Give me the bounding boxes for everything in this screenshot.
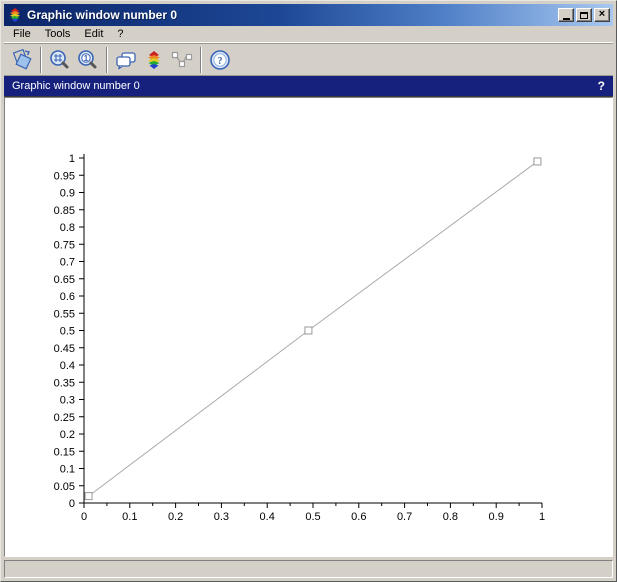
close-icon: × <box>599 9 605 20</box>
menu-edit[interactable]: Edit <box>77 26 110 42</box>
titlebar[interactable]: Graphic window number 0 × <box>4 4 613 26</box>
svg-text:0.25: 0.25 <box>54 412 75 424</box>
scilab-app-icon <box>7 7 23 23</box>
figure-editor-button[interactable] <box>140 46 168 74</box>
svg-text:?: ? <box>218 56 223 67</box>
toolbar: 1 <box>4 43 613 76</box>
svg-text:1: 1 <box>539 511 545 523</box>
figure-header: Graphic window number 0 ? <box>4 76 613 97</box>
toolbar-separator <box>106 47 108 73</box>
chart-svg: 0 0.05 0.1 0.15 0.2 0.25 0.3 0.35 0.4 0.45 0.5 0.55… <box>5 98 612 557</box>
svg-text:0.75: 0.75 <box>54 239 75 251</box>
rotate-icon <box>10 48 34 72</box>
svg-text:0.9: 0.9 <box>60 188 75 200</box>
zoom-original-button[interactable]: 1 <box>74 46 102 74</box>
svg-text:0.95: 0.95 <box>54 170 75 182</box>
svg-text:0.45: 0.45 <box>54 343 75 355</box>
minimize-button[interactable] <box>558 8 574 22</box>
menu-help[interactable]: ? <box>110 26 130 42</box>
figure-header-title: Graphic window number 0 <box>12 80 598 92</box>
toolbar-separator <box>40 47 42 73</box>
help-button[interactable]: ? <box>206 46 234 74</box>
graphic-window: Graphic window number 0 × File Tools Edi… <box>0 0 617 582</box>
datatips-icon <box>170 48 194 72</box>
window-title: Graphic window number 0 <box>27 8 554 22</box>
svg-text:0.7: 0.7 <box>397 511 412 523</box>
svg-text:0.35: 0.35 <box>54 377 75 389</box>
svg-text:0.85: 0.85 <box>54 205 75 217</box>
zoom-area-button[interactable] <box>46 46 74 74</box>
svg-text:0.15: 0.15 <box>54 446 75 458</box>
svg-text:0.1: 0.1 <box>122 511 137 523</box>
menu-tools[interactable]: Tools <box>38 26 78 42</box>
svg-text:1: 1 <box>84 54 89 63</box>
minimize-icon <box>563 18 570 20</box>
svg-text:0.65: 0.65 <box>54 274 75 286</box>
svg-text:0: 0 <box>69 498 75 510</box>
annotations-icon <box>114 48 138 72</box>
svg-text:0.4: 0.4 <box>260 511 275 523</box>
annotations-button[interactable] <box>112 46 140 74</box>
rotate-button[interactable] <box>8 46 36 74</box>
svg-text:0.2: 0.2 <box>60 429 75 441</box>
svg-text:0.7: 0.7 <box>60 257 75 269</box>
svg-text:0.3: 0.3 <box>214 511 229 523</box>
svg-text:0.9: 0.9 <box>489 511 504 523</box>
zoom-area-icon <box>48 48 72 72</box>
toolbar-separator <box>200 47 202 73</box>
svg-text:0.5: 0.5 <box>60 326 75 338</box>
svg-text:0.8: 0.8 <box>60 222 75 234</box>
close-button[interactable]: × <box>594 8 610 22</box>
maximize-icon <box>580 12 588 19</box>
figure-editor-icon <box>142 48 166 72</box>
svg-text:0.6: 0.6 <box>60 291 75 303</box>
svg-text:0.3: 0.3 <box>60 395 75 407</box>
svg-text:0.1: 0.1 <box>60 464 75 476</box>
svg-text:1: 1 <box>69 153 75 165</box>
menubar: File Tools Edit ? <box>4 26 613 43</box>
svg-text:0.8: 0.8 <box>443 511 458 523</box>
plot-canvas[interactable]: 0 0.05 0.1 0.15 0.2 0.25 0.3 0.35 0.4 0.45 0.5 0.55… <box>4 97 613 557</box>
svg-text:0.6: 0.6 <box>351 511 366 523</box>
menu-file[interactable]: File <box>6 26 38 42</box>
svg-text:0.5: 0.5 <box>305 511 320 523</box>
figure-header-help[interactable]: ? <box>598 79 605 93</box>
datatips-button[interactable] <box>168 46 196 74</box>
svg-text:0.4: 0.4 <box>60 360 75 372</box>
statusbar <box>4 560 613 578</box>
help-icon: ? <box>208 48 232 72</box>
svg-text:0: 0 <box>81 511 87 523</box>
zoom-original-icon: 1 <box>76 48 100 72</box>
svg-text:0.2: 0.2 <box>168 511 183 523</box>
maximize-button[interactable] <box>576 8 592 22</box>
svg-text:0.55: 0.55 <box>54 308 75 320</box>
svg-text:0.05: 0.05 <box>54 481 75 493</box>
